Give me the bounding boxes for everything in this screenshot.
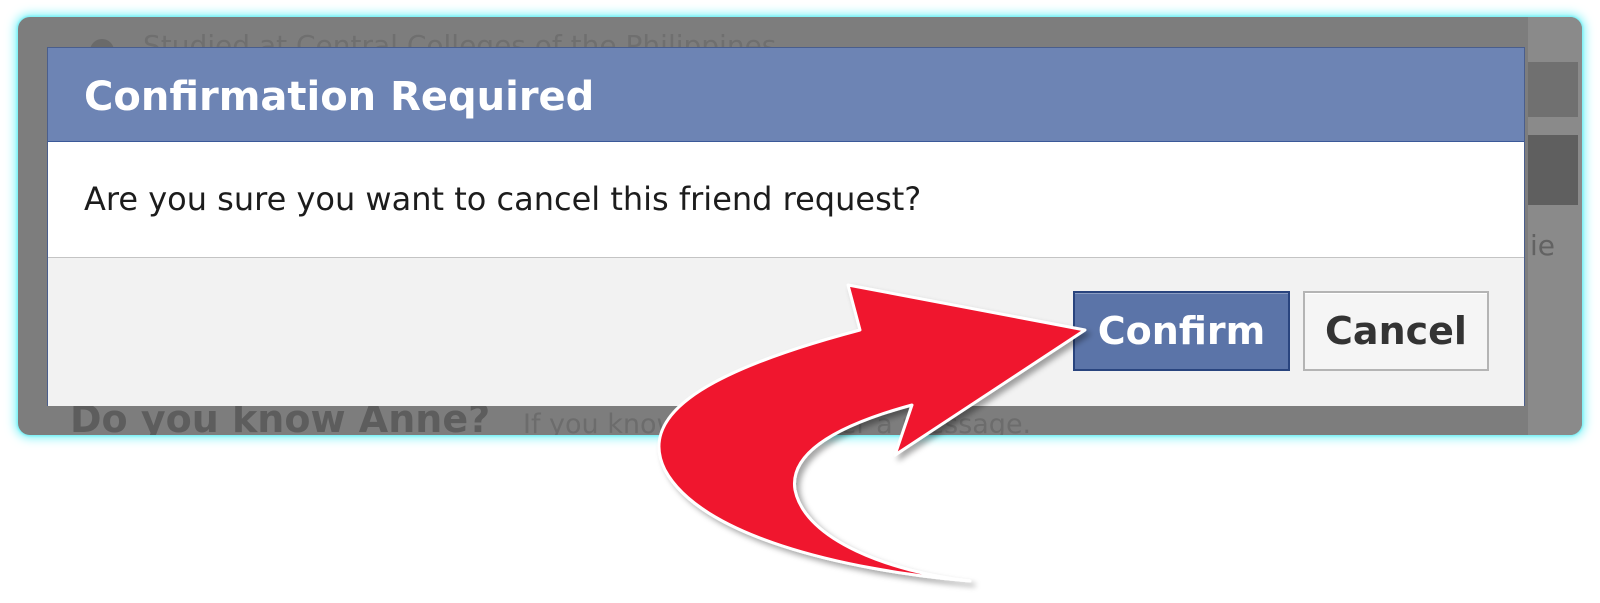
- confirm-button[interactable]: Confirm: [1073, 291, 1290, 371]
- background-thumbnail: [1528, 135, 1578, 205]
- dialog-body: Are you sure you want to cancel this fri…: [48, 142, 1524, 258]
- dialog-title: Confirmation Required: [84, 74, 595, 120]
- background-sidebar-text: ie: [1530, 229, 1556, 262]
- background-prompt-text: If you know her, send her a message.: [523, 409, 1032, 435]
- dialog-message: Are you sure you want to cancel this fri…: [84, 180, 922, 218]
- dialog-footer: Confirm Cancel: [48, 258, 1524, 406]
- confirmation-dialog: Confirmation Required Are you sure you w…: [47, 47, 1525, 406]
- cancel-button[interactable]: Cancel: [1303, 291, 1489, 371]
- dialog-header: Confirmation Required: [48, 48, 1524, 142]
- background-thumbnail: [1528, 62, 1578, 117]
